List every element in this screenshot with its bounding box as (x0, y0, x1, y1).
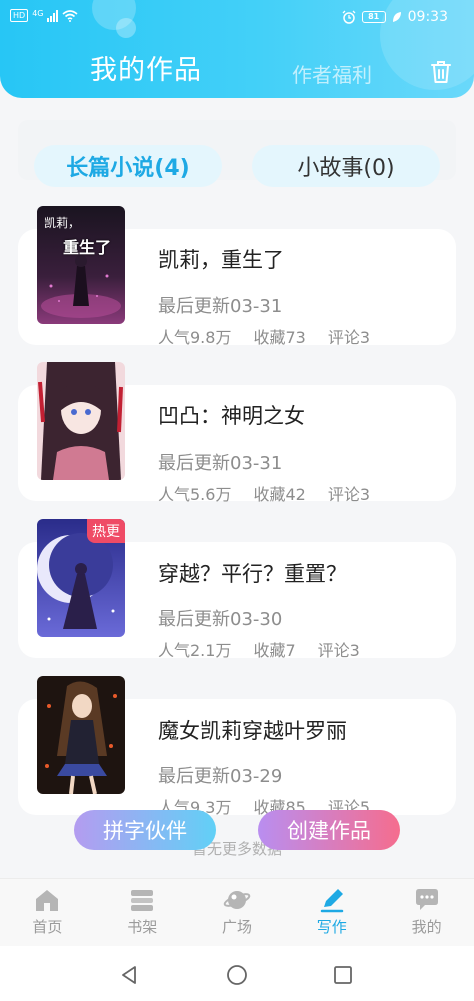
work-comments: 评论3 (327, 328, 371, 347)
work-last-updated: 最后更新03-29 (158, 766, 283, 787)
work-title[interactable]: 魔女凯莉穿越叶罗丽 (158, 715, 347, 745)
work-favorites: 收藏7 (253, 641, 296, 660)
nav-write[interactable]: 写作 (284, 879, 379, 947)
status-bar: HD 4G 81 09:33 (0, 0, 474, 36)
signal-icon (47, 9, 59, 22)
back-icon[interactable] (118, 964, 140, 986)
cover-title-line2: 重生了 (63, 238, 112, 257)
work-cover[interactable] (37, 362, 125, 480)
work-stats: 人气2.1万 收藏7 评论3 (158, 637, 382, 661)
battery-icon: 81 (361, 11, 386, 23)
cover-image (37, 676, 125, 794)
bottom-nav: 首页 书架 广场 写作 我的 (0, 878, 474, 946)
header: HD 4G 81 09:33 我的作品 作者福利 (0, 0, 474, 98)
nav-label: 写作 (316, 918, 347, 936)
work-comments: 评论3 (317, 641, 360, 660)
work-favorites: 收藏42 (253, 485, 306, 504)
message-icon (415, 889, 438, 910)
work-popularity: 人气5.6万 (158, 485, 232, 504)
work-last-updated: 最后更新03-31 (158, 453, 283, 474)
hd-indicator: HD (10, 9, 29, 22)
nav-bookshelf[interactable]: 书架 (95, 879, 190, 947)
nav-home[interactable]: 首页 (0, 879, 95, 947)
wifi-icon (62, 9, 79, 22)
network-type: 4G (32, 9, 44, 18)
alarm-icon (342, 10, 356, 24)
work-last-updated: 最后更新03-31 (158, 296, 283, 317)
tab-short-stories[interactable]: 小故事(0) (252, 145, 440, 187)
page-title: 我的作品 (90, 55, 202, 86)
cover-title-line1: 凯莉， (44, 216, 81, 230)
work-cover[interactable]: 凯莉， 重生了 (37, 206, 125, 324)
nav-label: 广场 (221, 918, 252, 936)
work-stats: 人气9.8万 收藏73 评论3 (158, 324, 392, 348)
work-favorites: 收藏73 (253, 328, 306, 347)
nav-label: 我的 (411, 918, 442, 936)
work-title[interactable]: 穿越？平行？重置？ (158, 558, 347, 588)
pen-icon (320, 889, 344, 913)
work-cover[interactable]: 热更 (37, 519, 125, 637)
work-popularity: 人气9.8万 (158, 328, 232, 347)
work-stats: 人气5.6万 收藏42 评论3 (158, 481, 392, 505)
create-work-button[interactable]: 创建作品 (258, 810, 400, 850)
system-nav-bar (0, 946, 474, 1001)
recents-icon[interactable] (332, 964, 354, 986)
nav-label: 首页 (32, 918, 63, 936)
hot-update-badge: 热更 (87, 519, 125, 543)
nav-label: 书架 (127, 918, 158, 936)
trash-icon[interactable] (430, 60, 452, 84)
nav-mine[interactable]: 我的 (379, 879, 474, 947)
nav-plaza[interactable]: 广场 (190, 879, 285, 947)
planet-icon (223, 891, 251, 909)
list-end-text: 暂无更多数据 (191, 840, 282, 858)
work-last-updated: 最后更新03-30 (158, 609, 283, 630)
work-cover[interactable] (37, 676, 125, 794)
writing-partner-button[interactable]: 拼字伙伴 (74, 810, 216, 850)
work-title[interactable]: 凯莉，重生了 (158, 244, 284, 274)
cover-image (37, 362, 125, 480)
tab-novels[interactable]: 长篇小说(4) (34, 145, 222, 187)
leaf-icon (392, 12, 401, 22)
work-popularity: 人气2.1万 (158, 641, 232, 660)
home-circle-icon[interactable] (226, 964, 248, 986)
home-icon (36, 890, 59, 911)
work-title[interactable]: 凹凸：神明之女 (158, 400, 305, 430)
work-comments: 评论3 (327, 485, 371, 504)
bookshelf-icon (131, 890, 154, 911)
clock: 09:33 (407, 9, 448, 25)
author-welfare-link[interactable]: 作者福利 (292, 59, 372, 88)
